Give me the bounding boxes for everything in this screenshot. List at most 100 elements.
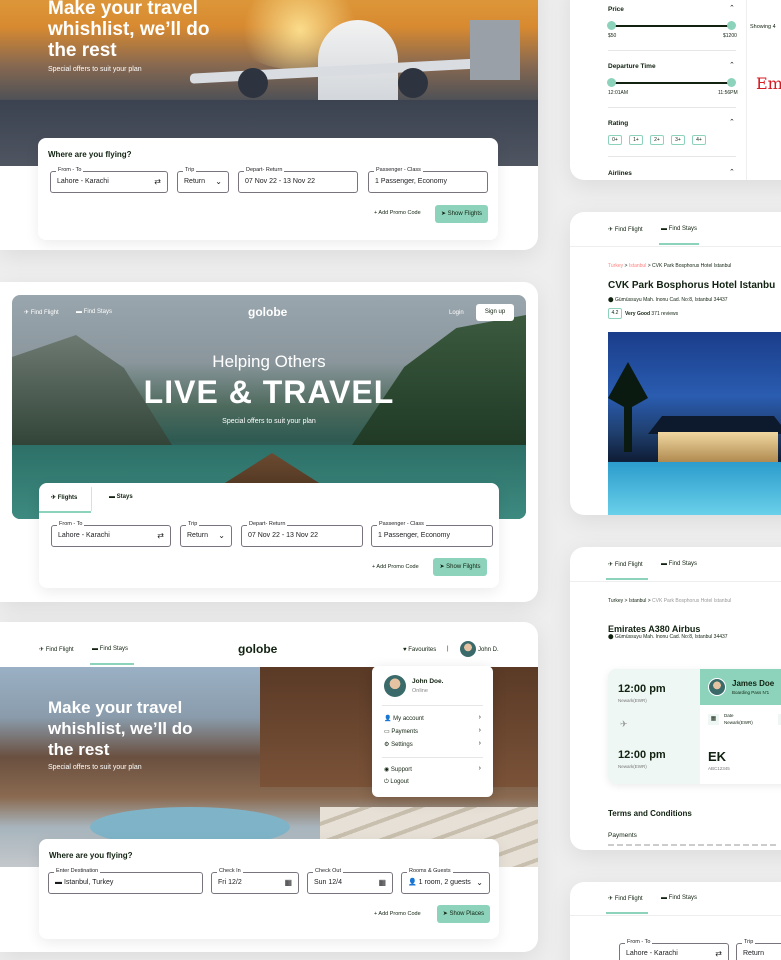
- chevron-up-icon[interactable]: ⌃: [729, 118, 735, 126]
- depart-return-field[interactable]: Depart- Return 07 Nov 22 - 13 Nov 22: [238, 167, 358, 193]
- signup-label: Sign up: [484, 309, 506, 315]
- login-link[interactable]: Login: [449, 310, 464, 316]
- passenger-class-field[interactable]: Passenger - Class 1 Passenger, Economy: [368, 167, 488, 193]
- boarding-pass-number: Boarding Pass N'1: [732, 690, 770, 695]
- chevron-right-icon: ›: [478, 740, 481, 747]
- from-to-field[interactable]: From - To Lahore - Karachi ⇄: [51, 521, 171, 547]
- nav-find-flight[interactable]: ✈ Find Flight: [39, 646, 74, 653]
- price-slider-min-handle[interactable]: [607, 21, 616, 30]
- airplane-icon: ✈: [39, 647, 45, 653]
- menu-item-logout[interactable]: ⏻ Logout: [384, 779, 409, 786]
- show-flights-button[interactable]: ➤ Show Filghts: [433, 558, 487, 576]
- trip-value: Return: [743, 950, 765, 957]
- destination-field[interactable]: Enter Destination ▬ Istanbul, Turkey: [48, 868, 203, 894]
- from-to-field[interactable]: From - To Lahore - Karachi ⇄: [619, 939, 729, 960]
- card-icon: ▭: [384, 729, 390, 735]
- show-places-button[interactable]: ➤ Show Places: [437, 905, 490, 923]
- passenger-class-field[interactable]: Passenger - Class 1 Passenger, Economy: [371, 521, 493, 547]
- price-slider-max-handle[interactable]: [727, 21, 736, 30]
- depart-return-field[interactable]: Depart- Return 07 Nov 22 - 13 Nov 22: [241, 521, 363, 547]
- rating-option-2[interactable]: 2+: [650, 135, 664, 145]
- rating-option-4[interactable]: 4+: [692, 135, 706, 145]
- menu-item-support[interactable]: ◉ Support: [384, 766, 412, 773]
- paper-plane-icon: ➤: [439, 564, 445, 570]
- swap-icon[interactable]: ⇄: [154, 172, 161, 192]
- golobe-logo[interactable]: golobe: [238, 642, 277, 656]
- check-out-field[interactable]: Check Out Sun 12/4 ▦: [307, 868, 393, 894]
- swap-icon[interactable]: ⇄: [157, 526, 164, 546]
- trip-select[interactable]: Trip Return ⌄: [180, 521, 232, 547]
- chevron-up-icon[interactable]: ⌃: [729, 4, 735, 12]
- nav-find-stays-label: Find Stays: [668, 895, 698, 901]
- add-promo-code-link[interactable]: + Add Promo Code: [372, 564, 419, 570]
- results-divider: [746, 0, 747, 180]
- signup-button[interactable]: Sign up: [476, 304, 514, 321]
- rating-option-0[interactable]: 0+: [608, 135, 622, 145]
- flight-detail-card: ✈ Find Flight ▬ Find Stays Turkey > Ista…: [570, 547, 781, 850]
- favourites-link[interactable]: ♥ Favourites: [403, 647, 436, 653]
- show-flights-button[interactable]: ➤ Show Flights: [435, 205, 488, 223]
- check-out-label: Check Out: [313, 868, 343, 875]
- show-flights-label: Show Filghts: [446, 564, 481, 570]
- check-in-label: Check In: [217, 868, 243, 875]
- check-in-field[interactable]: Check In Fri 12/2 ▦: [211, 868, 299, 894]
- show-flights-label: Show Flights: [447, 211, 483, 217]
- add-promo-code-link[interactable]: + Add Promo Code: [374, 210, 421, 216]
- filter-airlines-title: Airlines: [608, 170, 632, 177]
- menu-item-payments[interactable]: ▭ Payments: [384, 728, 418, 735]
- rating-label: Very Good 371 reviews: [625, 311, 678, 317]
- bed-icon: ▬: [661, 895, 667, 901]
- nav-find-stays[interactable]: ▬ Find Stays: [92, 646, 128, 652]
- nav-find-stays[interactable]: ▬ Find Stays: [661, 226, 697, 232]
- trip-label: Trip: [183, 167, 197, 174]
- menu-divider: [382, 757, 483, 758]
- breadcrumb-turkey[interactable]: Turkey: [608, 263, 623, 269]
- tab-stays-label: Stays: [116, 494, 133, 500]
- depart-return-label: Depart- Return: [247, 521, 288, 528]
- rating-option-1[interactable]: 1+: [629, 135, 643, 145]
- nav-find-flight[interactable]: ✈ Find Flight: [24, 309, 59, 316]
- nav-find-flight[interactable]: ✈ Find Flight: [608, 895, 643, 902]
- logout-icon: ⏻: [384, 779, 389, 785]
- breadcrumb-istanbul[interactable]: Istanbul: [629, 263, 647, 269]
- golobe-logo[interactable]: golobe: [248, 305, 287, 319]
- avatar[interactable]: [460, 641, 476, 657]
- user-name-short[interactable]: John D.: [478, 647, 499, 653]
- nav-find-stays[interactable]: ▬ Find Stays: [76, 309, 112, 315]
- tab-stays[interactable]: ▬ Stays: [109, 494, 133, 500]
- trip-select[interactable]: Trip Return: [736, 939, 781, 960]
- menu-item-my-account[interactable]: 👤 My account: [384, 715, 424, 722]
- chevron-right-icon: ›: [478, 727, 481, 734]
- check-out-value: Sun 12/4: [314, 879, 343, 886]
- user-dropdown-menu: John Doe. Online 👤 My account › ▭ Paymen…: [372, 666, 493, 797]
- check-in-value: Fri 12/2: [218, 879, 242, 886]
- reviews-count: 371 reviews: [651, 311, 679, 317]
- nav-find-stays[interactable]: ▬ Find Stays: [661, 895, 697, 901]
- menu-avatar: [384, 675, 406, 697]
- nav-find-flight[interactable]: ✈ Find Flight: [608, 226, 643, 233]
- departure-slider-min-handle[interactable]: [607, 78, 616, 87]
- breadcrumb-turkey[interactable]: Turkey: [608, 598, 623, 604]
- trip-select[interactable]: Trip Return ⌄: [177, 167, 229, 193]
- chevron-up-icon[interactable]: ⌃: [729, 168, 735, 176]
- terms-heading: Terms and Conditions: [608, 809, 692, 818]
- nav-find-stays[interactable]: ▬ Find Stays: [661, 561, 697, 567]
- nav-find-flight-label: Find Flight: [614, 562, 643, 568]
- rooms-guests-field[interactable]: Rooms & Guests 👤 1 room, 2 guests ⌄: [401, 868, 490, 894]
- chevron-up-icon[interactable]: ⌃: [729, 61, 735, 69]
- rating-option-3[interactable]: 3+: [671, 135, 685, 145]
- departure-slider-max-handle[interactable]: [727, 78, 736, 87]
- breadcrumb-sep: >: [647, 263, 651, 269]
- hero-title-line2: whishlist, we’ll do: [48, 19, 210, 40]
- tab-flights[interactable]: ✈ Flights: [51, 494, 77, 501]
- search-title: Where are you flying?: [48, 150, 132, 159]
- breadcrumb-istanbul[interactable]: Istanbul: [629, 598, 647, 604]
- showing-count: Showing 4: [750, 24, 776, 30]
- nav-find-flight[interactable]: ✈ Find Flight: [608, 561, 643, 568]
- swap-icon[interactable]: ⇄: [715, 944, 722, 960]
- add-promo-code-link[interactable]: + Add Promo Code: [374, 911, 421, 917]
- nav-divider: [570, 581, 781, 582]
- from-to-field[interactable]: From - To Lahore - Karachi ⇄: [50, 167, 168, 193]
- menu-item-settings[interactable]: ⚙ Settings: [384, 741, 413, 748]
- destination-label: Enter Destination: [54, 868, 101, 875]
